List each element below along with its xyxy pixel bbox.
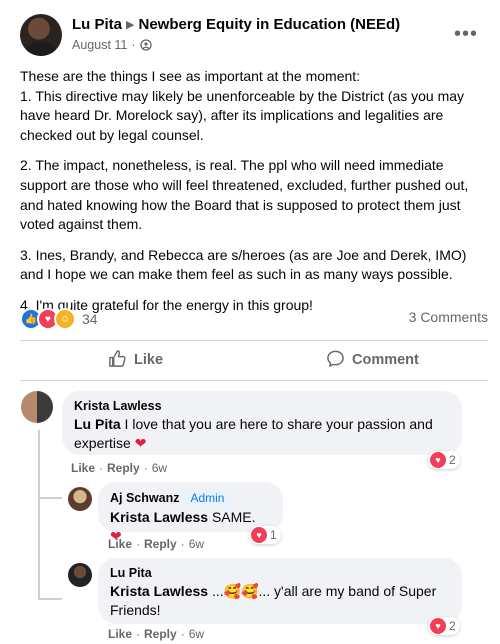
audience-icon (139, 39, 152, 51)
like-button[interactable]: Like (108, 345, 163, 375)
divider (20, 340, 488, 341)
post-text: These are the things I see as important … (20, 67, 488, 327)
comment-reply-button[interactable]: Reply (144, 537, 177, 551)
love-reaction-icon: ♥ (430, 452, 446, 468)
comment-actions: Like · Reply · 6w (108, 627, 205, 641)
comment-like-button[interactable]: Like (71, 461, 95, 475)
comment-actions: Like · Reply · 6w (108, 537, 205, 551)
divider (20, 380, 488, 381)
comment-author[interactable]: Krista Lawless (74, 399, 162, 413)
comment-icon (326, 349, 345, 372)
commenter-avatar[interactable] (68, 563, 92, 587)
author-name[interactable]: Lu Pita (72, 16, 122, 33)
mention-link[interactable]: Lu Pita (74, 416, 121, 432)
comment-reaction-count: 2 (449, 619, 456, 633)
group-name[interactable]: Newberg Equity in Education (NEEd) (138, 16, 400, 33)
comment-like-button[interactable]: Like (108, 627, 132, 641)
comment-like-button[interactable]: Like (108, 537, 132, 551)
thread-branch (38, 497, 62, 499)
like-button-label: Like (134, 352, 164, 368)
admin-badge: Admin (185, 490, 230, 506)
more-options-button[interactable]: ••• (454, 22, 478, 46)
heart-emoji-icon: ❤ (134, 435, 147, 451)
comment-body: SAME. (208, 509, 256, 525)
commenter-avatar[interactable] (68, 487, 92, 511)
commenter-avatar[interactable] (21, 391, 53, 423)
comment-time[interactable]: 6w (189, 537, 204, 551)
author-avatar[interactable] (20, 14, 62, 56)
thread-branch (38, 598, 62, 600)
reaction-icons: 👍 ♥ ☺ (20, 308, 76, 330)
thumbs-up-icon (108, 349, 127, 372)
comments-count[interactable]: 3 Comments (409, 309, 488, 325)
care-reaction-icon: ☺ (54, 308, 76, 330)
arrow-right-icon: ▶ (126, 19, 135, 31)
comment-reply-button[interactable]: Reply (107, 461, 140, 475)
comment-time[interactable]: 6w (189, 627, 204, 641)
post-card: Lu Pita ▶ Newberg Equity in Education (N… (0, 0, 500, 644)
comment-bubble: Aj Schwanz Admin Krista Lawless SAME. ❤ (98, 482, 283, 544)
love-reaction-icon: ♥ (430, 618, 446, 634)
comment-reactions[interactable]: ♥ 2 (428, 451, 460, 469)
post-paragraph: 1. This directive may likely be unenforc… (20, 87, 465, 143)
comment-time[interactable]: 6w (152, 461, 167, 475)
post-date[interactable]: August 11 (72, 38, 127, 52)
comment-button[interactable]: Comment (326, 345, 419, 375)
post-paragraph: 2. The impact, nonetheless, is real. The… (20, 157, 469, 233)
post-paragraph: 3. Ines, Brandy, and Rebecca are s/heroe… (20, 246, 467, 283)
mention-link[interactable]: Krista Lawless (110, 509, 208, 525)
comment-reaction-count: 2 (449, 453, 456, 467)
post-header: Lu Pita ▶ Newberg Equity in Education (N… (72, 16, 400, 33)
comment-button-label: Comment (352, 352, 419, 368)
comment-body: I love that you are here to share your p… (74, 416, 433, 451)
comment-reactions[interactable]: ♥ 1 (249, 526, 281, 544)
reactions-summary[interactable]: 👍 ♥ ☺ 34 (20, 308, 98, 330)
mention-link[interactable]: Krista Lawless (110, 583, 208, 599)
comment-body: Friends! (110, 602, 161, 618)
reaction-count: 34 (82, 311, 98, 327)
post-meta: August 11 · (72, 38, 152, 52)
comment-actions: Like · Reply · 6w (71, 461, 168, 475)
comment-reaction-count: 1 (270, 528, 277, 542)
comment-bubble: Krista Lawless Lu Pita I love that you a… (62, 391, 462, 455)
comment-reactions[interactable]: ♥ 2 (428, 617, 460, 635)
comment-author[interactable]: Lu Pita (110, 566, 152, 580)
love-reaction-icon: ♥ (251, 527, 267, 543)
post-paragraph: These are the things I see as important … (20, 68, 361, 84)
comment-author[interactable]: Aj Schwanz (110, 491, 179, 505)
comment-bubble: Lu Pita Krista Lawless ...🥰🥰... y'all ar… (98, 558, 462, 624)
more-icon: ••• (454, 23, 479, 45)
comment-reply-button[interactable]: Reply (144, 627, 177, 641)
comment-text: Krista Lawless ...🥰🥰... y'all are my ban… (110, 582, 450, 620)
comment-text: Lu Pita I love that you are here to shar… (74, 415, 450, 453)
thread-line (38, 430, 40, 600)
comment-body: ...🥰🥰... y'all are my band of Super (208, 583, 437, 599)
